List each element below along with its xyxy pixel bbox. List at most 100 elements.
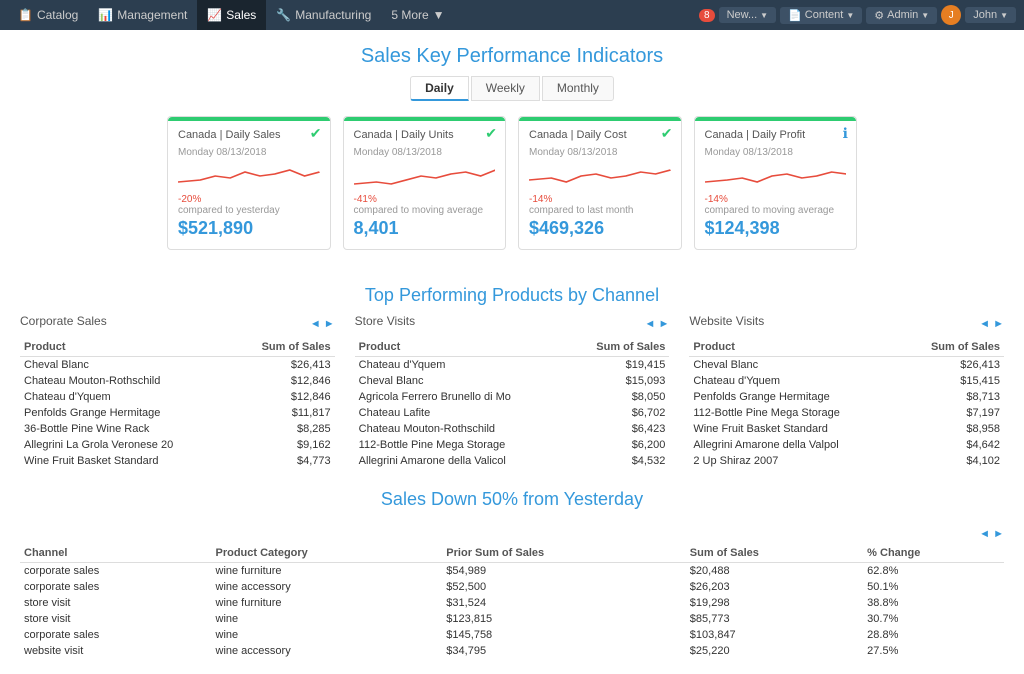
content-icon: 📄 [788, 9, 802, 22]
table-row: Allegrini Amarone della Valicol $4,532 [355, 453, 670, 469]
nav-more[interactable]: 5 More ▼ [381, 0, 454, 30]
sales-down-pagination[interactable]: ◄ ► [979, 528, 1004, 540]
channel-table-1: Store Visits ◄ ► Product Sum of Sales Ch… [355, 314, 670, 469]
kpi-status-icon-2: ✔ [661, 125, 673, 142]
table-row: Allegrini Amarone della Valpol $4,642 [689, 437, 1004, 453]
table-row: corporate saleswine$145,758$103,84728.8% [20, 627, 1004, 643]
table-row: Chateau Mouton-Rothschild $6,423 [355, 421, 670, 437]
kpi-card-3: ℹ Canada | Daily Profit Monday 08/13/201… [694, 116, 858, 250]
table-row: Cheval Blanc $15,093 [355, 373, 670, 389]
table-row: store visitwine furniture$31,524$19,2983… [20, 595, 1004, 611]
user-menu-button[interactable]: John ▼ [965, 7, 1016, 23]
kpi-value-1: 8,401 [354, 218, 496, 239]
channel-header-0: Corporate Sales ◄ ► [20, 314, 335, 334]
management-icon: 📊 [98, 8, 113, 22]
kpi-value-2: $469,326 [529, 218, 671, 239]
table-row: Penfolds Grange Hermitage $11,817 [20, 405, 335, 421]
new-button[interactable]: New... ▼ [719, 7, 777, 23]
table-row: store visitwine$123,815$85,77330.7% [20, 611, 1004, 627]
table-row: corporate saleswine accessory$52,500$26,… [20, 579, 1004, 595]
kpi-status-icon-1: ✔ [485, 125, 497, 142]
nav-management[interactable]: 📊 Management [88, 0, 197, 30]
tab-daily[interactable]: Daily [410, 76, 469, 101]
table-row: 112-Bottle Pine Mega Storage $7,197 [689, 405, 1004, 421]
kpi-change-0: -20%compared to yesterday [178, 194, 320, 216]
kpi-card-2: ✔ Canada | Daily Cost Monday 08/13/2018 … [518, 116, 682, 250]
channel-pagination-0[interactable]: ◄ ► [310, 318, 335, 330]
table-row: Chateau Lafite $6,702 [355, 405, 670, 421]
nav-sales[interactable]: 📈 Sales [197, 0, 266, 30]
more-chevron-icon: ▼ [433, 8, 445, 22]
kpi-status-icon-3: ℹ [843, 125, 848, 142]
channel-data-table-2: Product Sum of Sales Cheval Blanc $26,41… [689, 338, 1004, 469]
kpi-date-3: Monday 08/13/2018 [705, 147, 847, 158]
channel-pagination-2[interactable]: ◄ ► [979, 318, 1004, 330]
sales-down-section: ◄ ► ChannelProduct CategoryPrior Sum of … [0, 518, 1024, 674]
kpi-change-2: -14%compared to last month [529, 194, 671, 216]
main-content: Sales Key Performance Indicators Daily W… [0, 30, 1024, 674]
table-row: Allegrini La Grola Veronese 20 $9,162 [20, 437, 335, 453]
top-navigation: 📋 Catalog 📊 Management 📈 Sales 🔧 Manufac… [0, 0, 1024, 30]
channel-table-2: Website Visits ◄ ► Product Sum of Sales … [689, 314, 1004, 469]
nav-manufacturing[interactable]: 🔧 Manufacturing [266, 0, 381, 30]
nav-right-actions: 8 New... ▼ 📄 Content ▼ ⚙ Admin ▼ J John … [699, 5, 1016, 25]
tab-weekly[interactable]: Weekly [471, 76, 540, 101]
kpi-bar-1 [344, 117, 506, 121]
kpi-label-0: Canada | Daily Sales [178, 129, 320, 141]
table-row: Cheval Blanc $26,413 [20, 357, 335, 374]
kpi-bar-3 [695, 117, 857, 121]
nav-catalog[interactable]: 📋 Catalog [8, 0, 88, 30]
kpi-status-icon-0: ✔ [310, 125, 322, 142]
kpi-tabs: Daily Weekly Monthly [0, 76, 1024, 101]
user-chevron-icon: ▼ [1000, 11, 1008, 20]
channel-name-2: Website Visits [689, 314, 764, 328]
table-row: website visitwine accessory$34,795$25,22… [20, 643, 1004, 659]
table-row: 2 Up Shiraz 2007 $4,102 [689, 453, 1004, 469]
kpi-title: Sales Key Performance Indicators [0, 30, 1024, 76]
kpi-card-0: ✔ Canada | Daily Sales Monday 08/13/2018… [167, 116, 331, 250]
channel-data-table-1: Product Sum of Sales Chateau d'Yquem $19… [355, 338, 670, 469]
kpi-bar-0 [168, 117, 330, 121]
channel-table-0: Corporate Sales ◄ ► Product Sum of Sales… [20, 314, 335, 469]
kpi-sparkline-0 [178, 162, 320, 190]
kpi-bar-2 [519, 117, 681, 121]
table-row: 112-Bottle Pine Mega Storage $6,200 [355, 437, 670, 453]
kpi-cards: ✔ Canada | Daily Sales Monday 08/13/2018… [137, 116, 887, 270]
kpi-value-0: $521,890 [178, 218, 320, 239]
manufacturing-icon: 🔧 [276, 8, 291, 22]
table-row: Chateau d'Yquem $15,415 [689, 373, 1004, 389]
user-avatar[interactable]: J [941, 5, 961, 25]
table-row: Chateau d'Yquem $12,846 [20, 389, 335, 405]
notification-badge[interactable]: 8 [699, 9, 715, 22]
content-chevron-icon: ▼ [846, 11, 854, 20]
channel-name-1: Store Visits [355, 314, 415, 328]
channel-header-2: Website Visits ◄ ► [689, 314, 1004, 334]
table-row: Chateau Mouton-Rothschild $12,846 [20, 373, 335, 389]
table-row: Agricola Ferrero Brunello di Mo $8,050 [355, 389, 670, 405]
kpi-card-1: ✔ Canada | Daily Units Monday 08/13/2018… [343, 116, 507, 250]
kpi-sparkline-1 [354, 162, 496, 190]
kpi-label-3: Canada | Daily Profit [705, 129, 847, 141]
kpi-change-1: -41%compared to moving average [354, 194, 496, 216]
kpi-date-2: Monday 08/13/2018 [529, 147, 671, 158]
content-button[interactable]: 📄 Content ▼ [780, 7, 862, 24]
table-row: 36-Bottle Pine Wine Rack $8,285 [20, 421, 335, 437]
table-row: Penfolds Grange Hermitage $8,713 [689, 389, 1004, 405]
kpi-date-1: Monday 08/13/2018 [354, 147, 496, 158]
table-row: Wine Fruit Basket Standard $4,773 [20, 453, 335, 469]
channel-data-table-0: Product Sum of Sales Cheval Blanc $26,41… [20, 338, 335, 469]
top-products-title: Top Performing Products by Channel [0, 270, 1024, 314]
sales-icon: 📈 [207, 8, 222, 22]
catalog-icon: 📋 [18, 8, 33, 22]
kpi-value-3: $124,398 [705, 218, 847, 239]
sales-down-title: Sales Down 50% from Yesterday [0, 469, 1024, 518]
channel-pagination-1[interactable]: ◄ ► [645, 318, 670, 330]
tab-monthly[interactable]: Monthly [542, 76, 614, 101]
kpi-label-1: Canada | Daily Units [354, 129, 496, 141]
table-row: corporate saleswine furniture$54,989$20,… [20, 563, 1004, 580]
table-row: Wine Fruit Basket Standard $8,958 [689, 421, 1004, 437]
admin-icon: ⚙ [874, 9, 884, 22]
table-row: Chateau d'Yquem $19,415 [355, 357, 670, 374]
admin-button[interactable]: ⚙ Admin ▼ [866, 7, 937, 24]
channel-name-0: Corporate Sales [20, 314, 107, 328]
